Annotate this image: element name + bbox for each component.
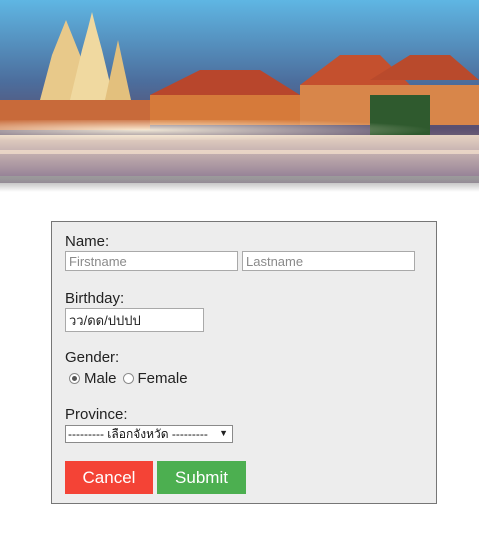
province-label: Province: bbox=[65, 406, 128, 423]
cancel-button[interactable]: Cancel bbox=[65, 461, 153, 494]
submit-button[interactable]: Submit bbox=[157, 461, 246, 494]
dropdown-arrow-icon: ▼ bbox=[219, 428, 228, 438]
province-select[interactable]: --------- เลือกจังหวัด --------- ▼ bbox=[65, 425, 233, 443]
birthday-label: Birthday: bbox=[65, 290, 125, 307]
lastname-input[interactable] bbox=[242, 251, 415, 271]
gender-label: Gender: bbox=[65, 349, 120, 366]
header-banner-image bbox=[0, 0, 479, 183]
firstname-input[interactable] bbox=[65, 251, 238, 271]
gender-male-label: Male bbox=[84, 370, 117, 387]
banner-shadow bbox=[0, 176, 479, 192]
gender-radio-group: Male Female bbox=[69, 370, 188, 387]
gender-female-radio[interactable] bbox=[122, 373, 134, 384]
gender-female-label: Female bbox=[137, 370, 188, 387]
gender-male-radio[interactable] bbox=[69, 373, 80, 384]
birthday-input[interactable] bbox=[65, 308, 204, 332]
name-label: Name: bbox=[65, 233, 110, 250]
province-selected-value: --------- เลือกจังหวัด --------- bbox=[68, 426, 208, 441]
registration-form: Name: Birthday: Gender: Male Female Prov… bbox=[51, 221, 437, 504]
